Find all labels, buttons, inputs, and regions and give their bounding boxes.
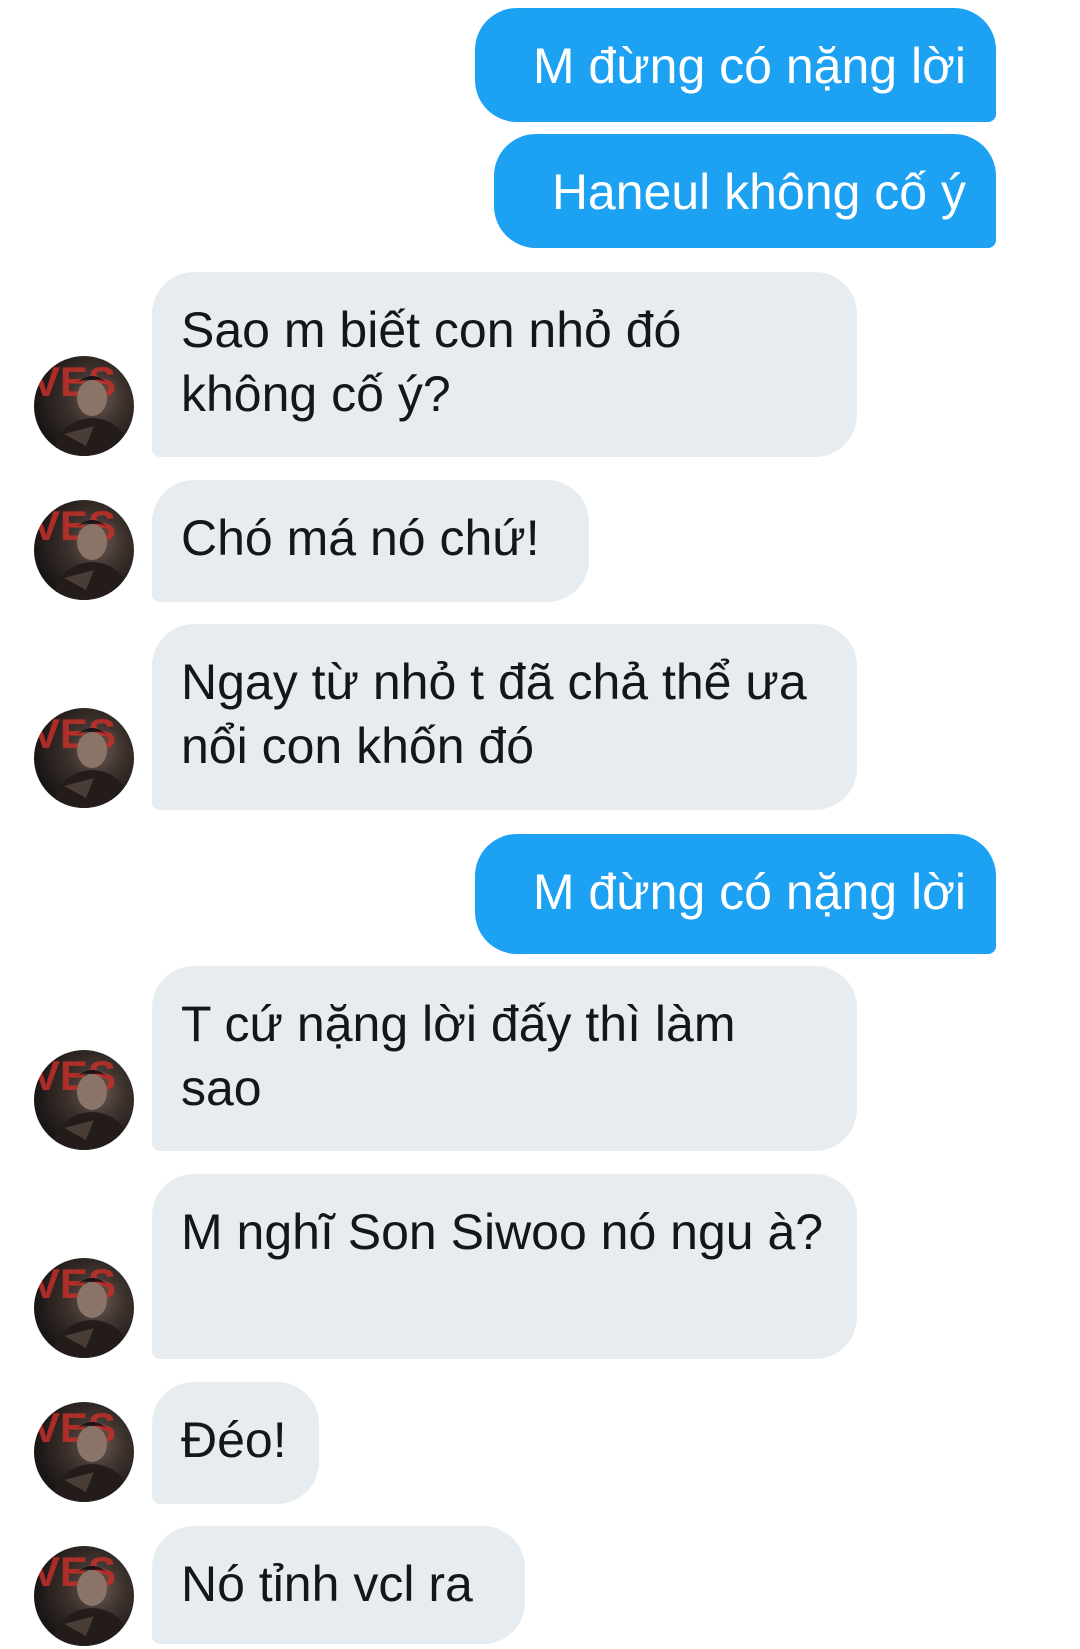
user-avatar-icon: VES [34,358,130,456]
user-avatar-icon: VES [34,1260,130,1358]
sent-message[interactable]: M đừng có nặng lời [475,8,996,122]
user-avatar-icon: VES [34,502,130,600]
sender-avatar[interactable]: VES [34,1402,134,1502]
received-message[interactable]: Ngay từ nhỏ t đã chả thể ưa nổi con khốn… [152,624,857,810]
sent-message[interactable]: M đừng có nặng lời [475,834,996,954]
message-text: M đừng có nặng lời [532,38,966,94]
sender-avatar[interactable]: VES [34,1050,134,1150]
sent-message[interactable]: Haneul không cố ý [494,134,996,248]
message-text: Haneul không cố ý [551,164,966,220]
user-avatar-icon: VES [34,1404,130,1502]
message-text: Chó má nó chứ! [181,510,540,566]
sender-avatar[interactable]: VES [34,500,134,600]
user-avatar-icon: VES [34,1548,130,1646]
received-message[interactable]: Sao m biết con nhỏ đó không cố ý? [152,272,857,457]
received-message[interactable]: T cứ nặng lời đấy thì làm sao [152,966,857,1151]
received-message[interactable]: Chó má nó chứ! [152,480,589,602]
message-text: Nó tỉnh vcl ra [181,1556,473,1612]
received-message[interactable]: Nó tỉnh vcl ra [152,1526,525,1644]
sender-avatar[interactable]: VES [34,708,134,808]
user-avatar-icon: VES [34,1052,130,1150]
sender-avatar[interactable]: VES [34,1546,134,1646]
sender-avatar[interactable]: VES [34,1258,134,1358]
message-text: Ngay từ nhỏ t đã chả thể ưa nổi con khốn… [181,654,807,774]
received-message[interactable]: M nghĩ Son Siwoo nó ngu à? [152,1174,857,1359]
message-text: Sao m biết con nhỏ đó không cố ý? [181,302,682,422]
message-text: M nghĩ Son Siwoo nó ngu à? [181,1204,824,1260]
message-text: T cứ nặng lời đấy thì làm sao [181,996,736,1116]
received-message[interactable]: Đéo! [152,1382,319,1504]
user-avatar-icon: VES [34,710,130,808]
message-text: M đừng có nặng lời [532,864,966,920]
message-text: Đéo! [181,1412,287,1468]
sender-avatar[interactable]: VES [34,356,134,456]
